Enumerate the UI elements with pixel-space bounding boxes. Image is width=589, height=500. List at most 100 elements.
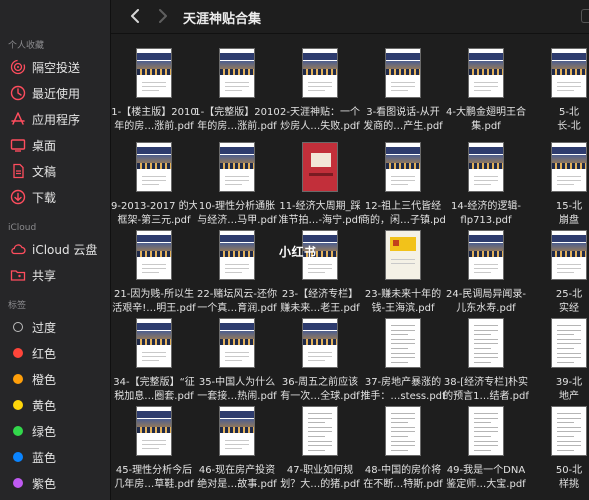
sidebar-tag-label: 红色	[32, 346, 57, 361]
pdf-thumbnail	[551, 48, 587, 98]
file-name: 47-职业如何规 划？大…的猪.pdf	[277, 464, 363, 492]
sidebar-item-label: 下载	[32, 190, 57, 205]
pdf-thumbnail	[468, 48, 504, 98]
file-item[interactable]: 50-北 样挑	[526, 392, 589, 500]
file-name-line-1: 23-赚未来十年的	[364, 289, 442, 300]
file-name-line-1: 38-[经济专栏]朴实	[443, 377, 529, 388]
icloud-section-title: iCloud	[8, 223, 37, 233]
pdf-thumbnail	[219, 230, 255, 280]
sidebar-item-shared-folder[interactable]: 共享	[0, 264, 111, 286]
file-name-line-1: 15-北	[555, 201, 583, 212]
pdf-thumbnail	[385, 230, 421, 280]
sidebar-item-label: 隔空投送	[32, 60, 81, 75]
file-name-line-1: 23-【经济专栏】	[281, 289, 359, 300]
sidebar-tag-item[interactable]: 蓝色	[0, 446, 111, 468]
file-name-line-1: 22-赌坛风云-还你	[197, 289, 277, 300]
toolbar-overflow[interactable]	[581, 9, 589, 23]
file-name: 46-现在房产投资 绝对是…故事.pdf	[194, 464, 280, 492]
pdf-thumbnail	[551, 318, 587, 368]
desktop-icon	[9, 136, 27, 154]
sidebar-tag-label: 橙色	[32, 372, 57, 387]
file-name: 50-北 样挑	[526, 464, 589, 492]
sidebar-tag-item[interactable]: 绿色	[0, 420, 111, 442]
file-name-line-1: 35-中国人为什么	[198, 377, 276, 388]
file-name-line-2: 绝对是…故事.pdf	[197, 479, 277, 490]
sidebar-tag-label: 蓝色	[32, 450, 57, 465]
file-name-line-1: 21-因为贱-所以生	[114, 289, 194, 300]
pdf-thumbnail	[136, 230, 172, 280]
file-name-line-1: 14-经济的逻辑-	[451, 201, 521, 212]
file-name-line-2: 几年房…草鞋.pdf	[114, 479, 194, 490]
pdf-thumbnail	[468, 318, 504, 368]
pdf-thumbnail	[385, 406, 421, 456]
back-button[interactable]	[125, 6, 145, 26]
pdf-thumbnail	[551, 230, 587, 280]
sidebar-item-clock[interactable]: 最近使用	[0, 82, 111, 104]
sidebar-item-download[interactable]: 下载	[0, 186, 111, 208]
file-name-line-1: 3-看图说话-从开	[366, 107, 440, 118]
applications-icon	[9, 110, 27, 128]
sidebar-item-label: 最近使用	[32, 86, 81, 101]
airdrop-icon	[9, 58, 27, 76]
pdf-thumbnail	[302, 142, 338, 192]
clock-icon	[9, 84, 27, 102]
pdf-thumbnail	[136, 142, 172, 192]
file-name-line-1: 11-经济大周期_踩	[279, 201, 361, 212]
file-item[interactable]: 45-理性分析今后 几年房…草鞋.pdf	[111, 392, 197, 500]
sidebar-item-airdrop[interactable]: 隔空投送	[0, 56, 111, 78]
file-name-line-1: 49-我是一个DNA	[446, 465, 526, 476]
file-name-line-1: 24-民调局异闻录-	[446, 289, 526, 300]
file-name-line-2: 鉴定师…大宝.pdf	[446, 479, 526, 490]
toolbar: 天涯神贴合集	[111, 0, 589, 34]
sidebar-item-label: iCloud 云盘	[32, 242, 98, 257]
pdf-thumbnail	[468, 142, 504, 192]
file-name-line-1: 25-北	[555, 289, 583, 300]
window-title: 天涯神贴合集	[183, 12, 262, 27]
sidebar-tag-item[interactable]: 红色	[0, 342, 111, 364]
file-name-line-1: 45-理性分析今后	[115, 465, 193, 476]
file-name-line-1: 48-中国的房价将	[364, 465, 442, 476]
sidebar-item-label: 共享	[32, 268, 57, 283]
sidebar-tag-label: 紫色	[32, 476, 57, 491]
sidebar-tag-item[interactable]: 黄色	[0, 394, 111, 416]
file-item[interactable]: 49-我是一个DNA 鉴定师…大宝.pdf	[443, 392, 529, 500]
pdf-thumbnail	[302, 48, 338, 98]
pdf-thumbnail	[551, 406, 587, 456]
sidebar-tag-item[interactable]: 橙色	[0, 368, 111, 390]
file-name-line-1: 39-北	[555, 377, 583, 388]
pdf-thumbnail	[136, 406, 172, 456]
pdf-thumbnail	[302, 318, 338, 368]
pdf-thumbnail	[302, 406, 338, 456]
sidebar-tag-item[interactable]: 紫色	[0, 472, 111, 494]
pdf-thumbnail	[468, 230, 504, 280]
document-icon	[9, 162, 27, 180]
tag-color-dot	[13, 478, 23, 488]
sidebar-item-document[interactable]: 文稿	[0, 160, 111, 182]
file-item[interactable]: 48-中国的房价将 在不断…特斯.pdf	[360, 392, 446, 500]
pdf-thumbnail	[385, 48, 421, 98]
tag-color-dot	[13, 426, 23, 436]
sidebar-tag-item[interactable]: 过度	[0, 316, 111, 338]
pdf-thumbnail	[136, 318, 172, 368]
file-name-line-1: 12-祖上三代皆经	[364, 201, 442, 212]
sidebar-item-cloud[interactable]: iCloud 云盘	[0, 238, 111, 260]
file-name-line-2: 样挑	[559, 479, 579, 490]
sidebar-item-label: 应用程序	[32, 112, 81, 127]
sidebar: 个人收藏 隔空投送最近使用应用程序桌面文稿下载 iCloud iCloud 云盘…	[0, 0, 111, 500]
file-name-line-1: 36-周五之前应该	[281, 377, 359, 388]
shared-folder-icon	[9, 266, 27, 284]
tag-color-dot	[13, 348, 23, 358]
cloud-icon	[9, 240, 27, 258]
sidebar-tag-label: 过度	[32, 320, 57, 335]
file-name-line-1: 5-北	[559, 107, 579, 118]
sidebar-item-applications[interactable]: 应用程序	[0, 108, 111, 130]
favorites-section-title: 个人收藏	[8, 41, 45, 51]
file-item[interactable]: 46-现在房产投资 绝对是…故事.pdf	[194, 392, 280, 500]
pdf-thumbnail	[219, 318, 255, 368]
chevron-right-icon	[159, 9, 167, 23]
file-item[interactable]: 47-职业如何规 划？大…的猪.pdf	[277, 392, 363, 500]
sidebar-item-label: 文稿	[32, 164, 57, 179]
forward-button[interactable]	[153, 6, 173, 26]
sidebar-item-desktop[interactable]: 桌面	[0, 134, 111, 156]
file-name-line-1: 10-理性分析通胀	[198, 201, 276, 212]
